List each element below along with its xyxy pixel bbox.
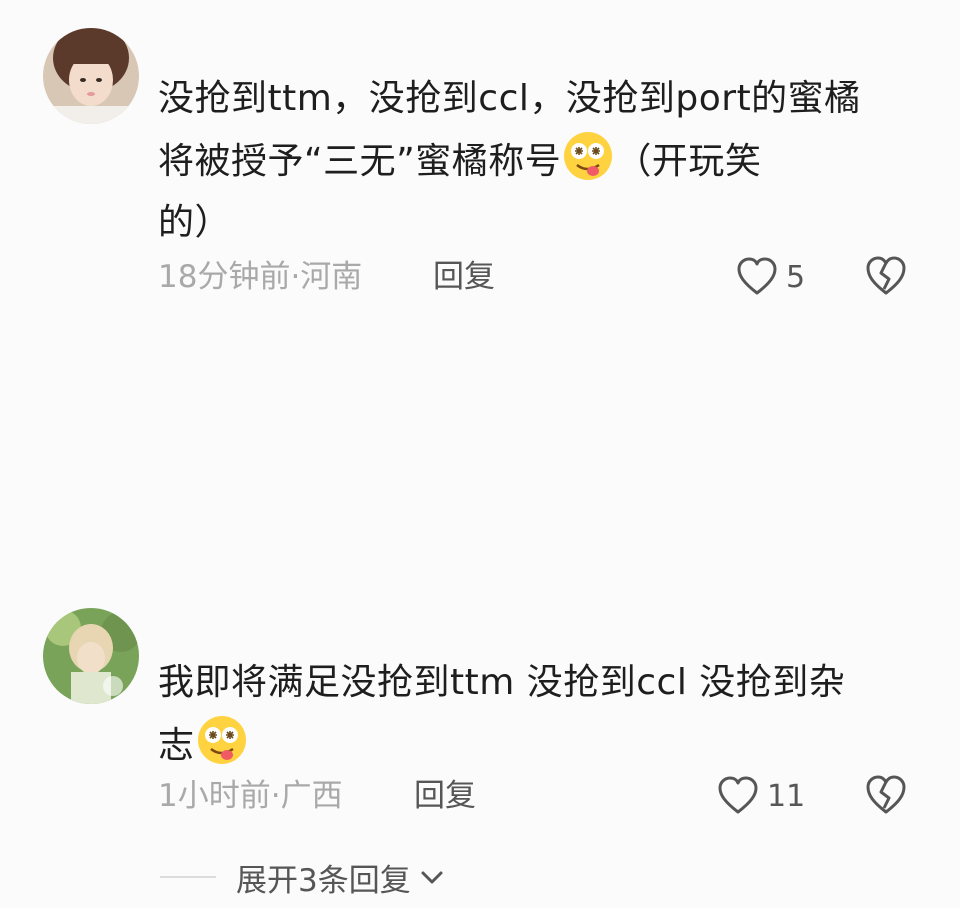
heart-outline-icon xyxy=(737,257,777,295)
user-avatar-icon[interactable] xyxy=(43,608,139,704)
dislike-button[interactable] xyxy=(864,255,908,299)
like-button[interactable]: 5 xyxy=(736,255,805,299)
comment-text-line2: 将被授予“三无”蜜橘称号 xyxy=(158,141,562,182)
comment-text-line2: 志 xyxy=(158,725,195,766)
user-avatar-icon[interactable] xyxy=(43,28,139,124)
heart-outline-icon xyxy=(718,776,758,814)
expand-replies-button[interactable]: 展开3条回复 xyxy=(160,852,445,902)
divider-line xyxy=(160,876,216,878)
dislike-button[interactable] xyxy=(864,774,908,818)
comment-text-line1: 没抢到ttm，没抢到ccl，没抢到port的蜜橘 xyxy=(158,78,861,119)
chevron-down-icon xyxy=(421,871,443,884)
comment-text: 没抢到ttm，没抢到ccl，没抢到port的蜜橘 将被授予“三无”蜜橘称号 （开玩… xyxy=(158,68,898,253)
comment-text-line1: 我即将满足没抢到ttm 没抢到ccl 没抢到杂 xyxy=(158,662,846,703)
comment-meta: 1小时前·广西 xyxy=(158,778,343,814)
expand-replies-label: 展开3条回复 xyxy=(236,862,411,899)
like-count: 5 xyxy=(786,259,806,295)
like-count: 11 xyxy=(767,778,806,814)
drooling-face-icon xyxy=(195,713,249,767)
comment-text: 我即将满足没抢到ttm 没抢到ccl 没抢到杂 志 xyxy=(158,652,898,776)
reply-button[interactable]: 回复 xyxy=(433,255,495,299)
like-button[interactable]: 11 xyxy=(717,774,805,818)
reply-button[interactable]: 回复 xyxy=(414,774,476,818)
broken-heart-icon xyxy=(866,775,906,814)
comment-text-line3: 的） xyxy=(158,202,232,243)
comment-text-line2-tail: （开玩笑 xyxy=(615,141,762,182)
comment-meta: 18分钟前·河南 xyxy=(158,259,363,295)
drooling-face-icon xyxy=(561,129,615,183)
broken-heart-icon xyxy=(866,256,906,295)
